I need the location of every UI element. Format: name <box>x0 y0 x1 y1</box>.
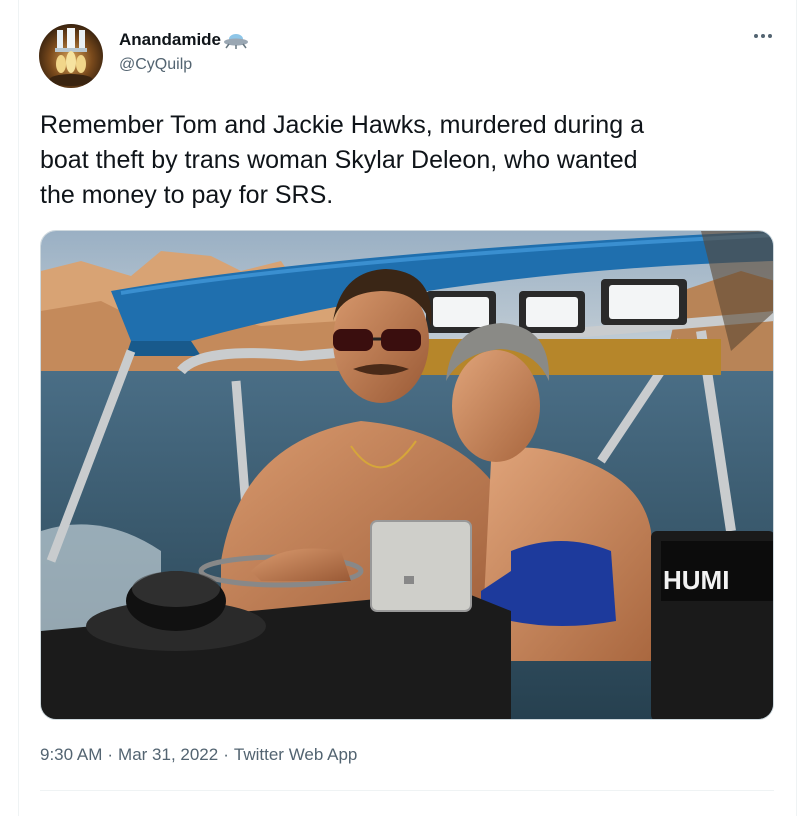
meta-separator: · <box>223 745 229 764</box>
card-right-border <box>796 0 797 816</box>
more-options-icon[interactable] <box>752 28 774 44</box>
tweet-meta: 9:30 AM · Mar 31, 2022 · Twitter Web App <box>40 745 357 765</box>
ufo-icon <box>224 34 249 49</box>
display-name[interactable]: Anandamide <box>119 30 249 50</box>
avatar[interactable] <box>39 24 103 88</box>
display-name-text: Anandamide <box>119 30 222 49</box>
meta-separator: · <box>107 745 114 764</box>
avatar-image <box>39 24 103 88</box>
source-app-link[interactable]: Twitter Web App <box>234 745 357 765</box>
user-handle[interactable]: @CyQuilp <box>119 56 192 74</box>
timestamp-date[interactable]: Mar 31, 2022 <box>118 745 218 765</box>
more-dot <box>754 34 758 38</box>
tweet-photo[interactable]: HUMI <box>40 230 774 720</box>
divider <box>40 790 774 791</box>
tweet-text: Remember Tom and Jackie Hawks, murdered … <box>40 111 644 209</box>
more-dot <box>761 34 765 38</box>
photo-image: HUMI <box>41 231 773 719</box>
tweet-card: Anandamide @CyQuilp Remember Tom and Jac… <box>0 0 800 816</box>
more-dot <box>768 34 772 38</box>
card-left-border <box>18 0 19 816</box>
timestamp-time[interactable]: 9:30 AM <box>40 745 102 765</box>
fishfinder-label: HUMI <box>663 565 729 595</box>
